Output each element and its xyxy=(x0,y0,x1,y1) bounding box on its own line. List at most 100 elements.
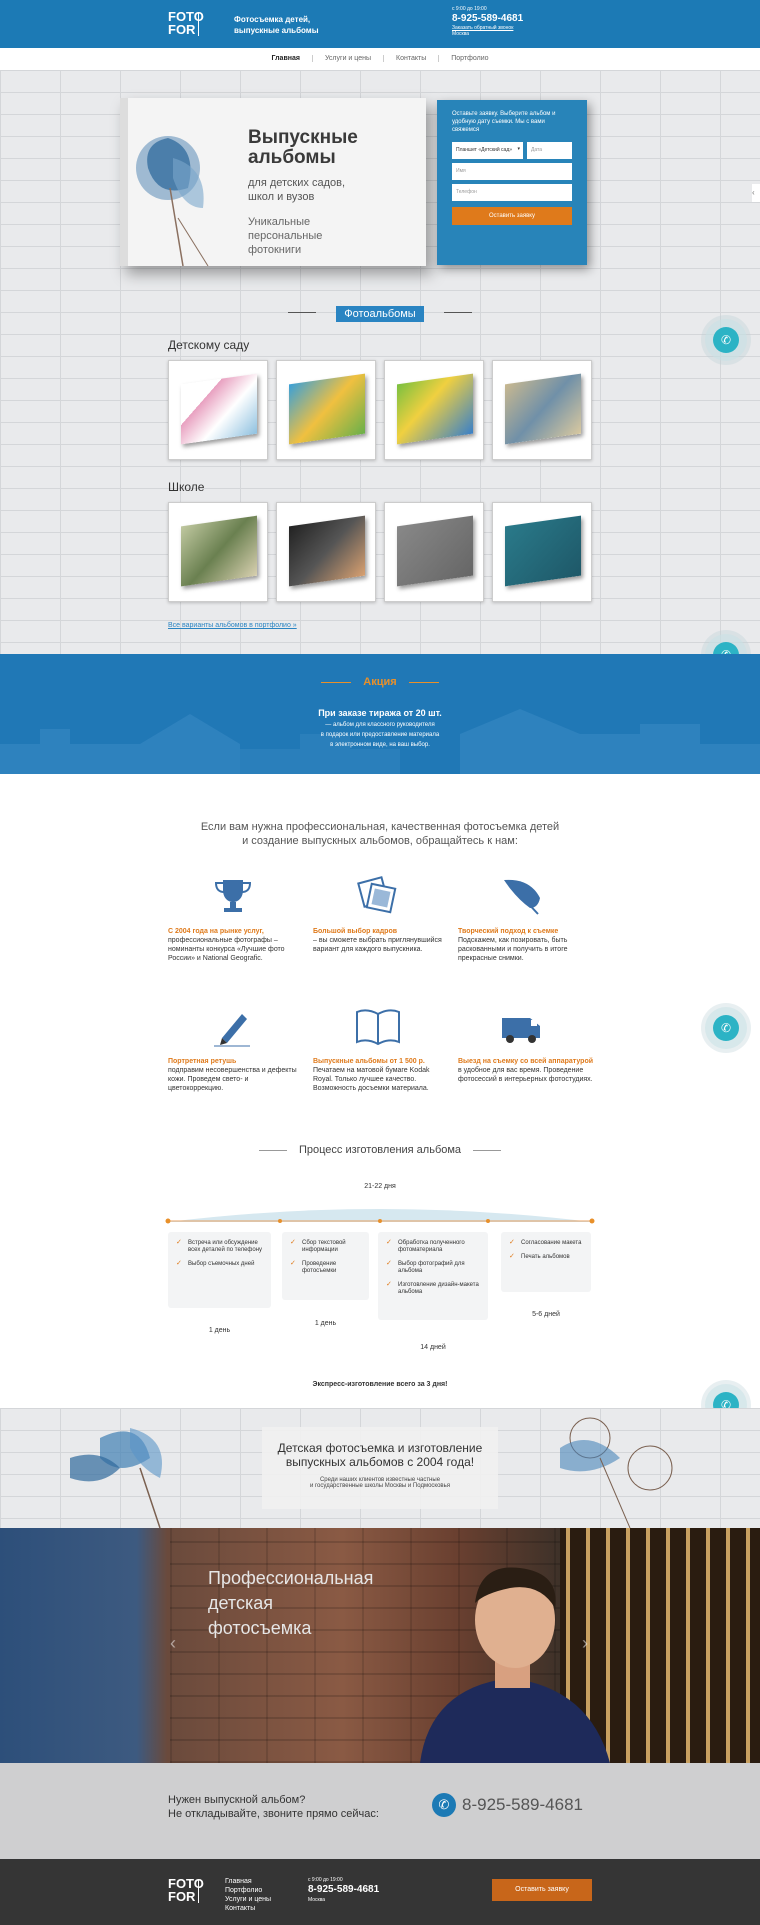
feather-icon xyxy=(504,879,540,915)
date-field[interactable]: Дата xyxy=(526,142,572,159)
cta-phone[interactable]: 8-925-589-4681 xyxy=(462,1795,583,1815)
process-step-duration: 1 день xyxy=(208,1327,231,1334)
title-line-left xyxy=(288,312,317,314)
book-icon xyxy=(356,1009,400,1046)
phone-field[interactable]: Телефон xyxy=(452,184,572,201)
feature-text: профессиональные фотографы – номинанты к… xyxy=(168,937,285,962)
nav-item-home[interactable]: Главная xyxy=(259,55,311,62)
promo-title-row: Акция xyxy=(0,676,760,688)
slide-caption-3: фотосъемка xyxy=(208,1618,312,1638)
slide-caption-1: Профессиональная xyxy=(208,1568,374,1588)
feature-title: Выпускные альбомы от 1 500 р. xyxy=(313,1058,425,1065)
feature-title: С 2004 года на рынке услуг, xyxy=(168,928,264,935)
footer-link-services[interactable]: Услуги и цены xyxy=(225,1895,271,1904)
pencil-icon xyxy=(214,1014,250,1047)
flower-illustration xyxy=(560,1417,673,1528)
phone-call-icon[interactable]: ✆ xyxy=(713,327,739,353)
phone-placeholder: Телефон xyxy=(456,189,477,195)
title-line-right xyxy=(443,312,472,314)
album-thumb[interactable] xyxy=(384,360,484,460)
order-form: Оставьте заявку. Выберите альбом и удобн… xyxy=(437,100,587,265)
album-select-value: Планшет «Детский сад» xyxy=(456,147,513,153)
feature-text: подправим несовершенства и дефекты кожи.… xyxy=(168,1067,297,1092)
slide-caption-2: детская xyxy=(208,1593,273,1613)
title-line-right xyxy=(473,1149,502,1151)
header-phone[interactable]: 8-925-589-4681 xyxy=(452,12,523,25)
form-intro: Оставьте заявку. Выберите альбом и удобн… xyxy=(452,111,556,133)
footer-city: Москва xyxy=(308,1897,326,1903)
albums-section-title: Фотоальбомы xyxy=(0,304,760,322)
portfolio-link[interactable]: Все варианты альбомов в портфолио » xyxy=(168,622,297,629)
hero-subtitle: для детских садов, школ и вузов xyxy=(248,177,346,203)
nav-item-services[interactable]: Услуги и цены xyxy=(311,55,383,62)
process-express: Экспресс-изготовление всего за 3 дня! xyxy=(312,1381,448,1388)
trophy-icon xyxy=(214,880,252,912)
name-placeholder: Имя xyxy=(456,168,466,174)
footer-link-home[interactable]: Главная xyxy=(225,1877,271,1886)
chevron-right-icon[interactable]: › xyxy=(582,1633,588,1654)
promo-headline: При заказе тиража от 20 шт. xyxy=(318,708,442,718)
album-thumb[interactable] xyxy=(384,502,484,602)
cta-text: Нужен выпускной альбом? Не откладывайте,… xyxy=(168,1793,379,1821)
feature-text: Печатаем на матовой бумаге Kodak Royal. … xyxy=(313,1067,430,1092)
process-step-item: Выбор фотографий для альбома xyxy=(386,1260,480,1275)
features-intro-1: Если вам нужна профессиональная, качеств… xyxy=(200,821,560,833)
header-contacts: с 9:00 до 19:00 8-925-589-4681 Заказать … xyxy=(452,6,523,37)
feature-text: в удобное для вас время. Проведение фото… xyxy=(458,1067,593,1083)
logo[interactable]: FOTO FOR xyxy=(168,10,204,36)
process-step-item: Печать альбомов xyxy=(509,1253,583,1261)
process-step-duration: 14 дней xyxy=(420,1344,446,1351)
promo-line-3: в электронном виде, на ваш выбор. xyxy=(330,742,430,748)
process-step-item: Обработка полученного фотоматериала xyxy=(386,1239,480,1254)
side-tab-arrow[interactable]: ‹ xyxy=(752,184,760,202)
footer-order-button[interactable]: Оставить заявку xyxy=(492,1879,592,1901)
promo-line-2: в подарок или предоставление материала xyxy=(320,732,440,738)
album-thumb[interactable] xyxy=(168,502,268,602)
main-nav: Главная Услуги и цены Контакты Портфолио xyxy=(0,48,760,70)
submit-button[interactable]: Оставить заявку xyxy=(452,207,572,225)
album-thumb[interactable] xyxy=(276,502,376,602)
call-to-action: Нужен выпускной альбом? Не откладывайте,… xyxy=(0,1763,760,1859)
process-step-item: Проведение фотосъемки xyxy=(290,1260,361,1275)
footer-link-contacts[interactable]: Контакты xyxy=(225,1904,271,1913)
process-step-card: Сбор текстовой информации Проведение фот… xyxy=(282,1232,369,1300)
process-step-item: Согласование макета xyxy=(509,1239,583,1247)
promo-line-1: — альбом для классного руководителя xyxy=(325,722,435,728)
hero-book: Выпускные альбомы для детских садов, шко… xyxy=(120,98,426,266)
footer-logo[interactable]: FOTO FOR xyxy=(168,1877,204,1903)
cta-line-1: Нужен выпускной альбом? xyxy=(168,1794,306,1806)
feature-text: Подскажем, как позировать, быть раскован… xyxy=(458,937,568,962)
school-heading: Школе xyxy=(168,480,205,494)
promo-section: Акция При заказе тиража от 20 шт. — альб… xyxy=(0,654,760,774)
banner-title-2: выпускных альбомов с 2004 года! xyxy=(285,1455,475,1469)
nav-item-contacts[interactable]: Контакты xyxy=(383,55,438,62)
photo-slider: Профессиональная детская фотосъемка ‹ › xyxy=(0,1528,760,1763)
site-footer: FOTO FOR Главная Портфолио Услуги и цены… xyxy=(0,1859,760,1925)
footer-phone[interactable]: 8-925-589-4681 xyxy=(308,1883,379,1897)
process-step-duration: 5-6 дней xyxy=(532,1311,560,1318)
process-title-row: Процесс изготовления альбома xyxy=(0,1144,760,1156)
feature-title: Портретная ретушь xyxy=(168,1058,237,1065)
footer-link-portfolio[interactable]: Портфолио xyxy=(225,1886,271,1895)
process-step-item: Сбор текстовой информации xyxy=(290,1239,361,1254)
album-thumb[interactable] xyxy=(276,360,376,460)
album-thumb[interactable] xyxy=(492,360,592,460)
title-line-left xyxy=(258,1149,287,1151)
photos-icon xyxy=(357,876,397,914)
phone-icon: ✆ xyxy=(432,1793,456,1817)
banner-title-1: Детская фотосъемка и изготовление xyxy=(277,1441,483,1455)
promo-title: Акция xyxy=(363,676,397,688)
footer-contacts: с 9:00 до 19:00 8-925-589-4681 Москва xyxy=(308,1877,379,1903)
album-thumb[interactable] xyxy=(168,360,268,460)
nav-item-portfolio[interactable]: Портфолио xyxy=(438,55,500,62)
banner-sub-2: и государственные школы Москвы и Подмоск… xyxy=(309,1483,450,1489)
process-step-item: Встреча или обсуждение всех деталей по т… xyxy=(176,1239,263,1254)
hero-subtitle-2: Уникальные персональные фотокниги xyxy=(248,216,323,256)
process-step-card: Обработка полученного фотоматериала Выбо… xyxy=(378,1232,488,1320)
album-thumb[interactable] xyxy=(492,502,592,602)
album-select[interactable]: Планшет «Детский сад» ▾ xyxy=(452,142,523,159)
phone-call-icon[interactable]: ✆ xyxy=(713,1015,739,1041)
name-field[interactable]: Имя xyxy=(452,163,572,180)
chevron-left-icon[interactable]: ‹ xyxy=(170,1633,176,1654)
feature-title: Выезд на съемку со всей аппаратурой xyxy=(458,1058,594,1065)
